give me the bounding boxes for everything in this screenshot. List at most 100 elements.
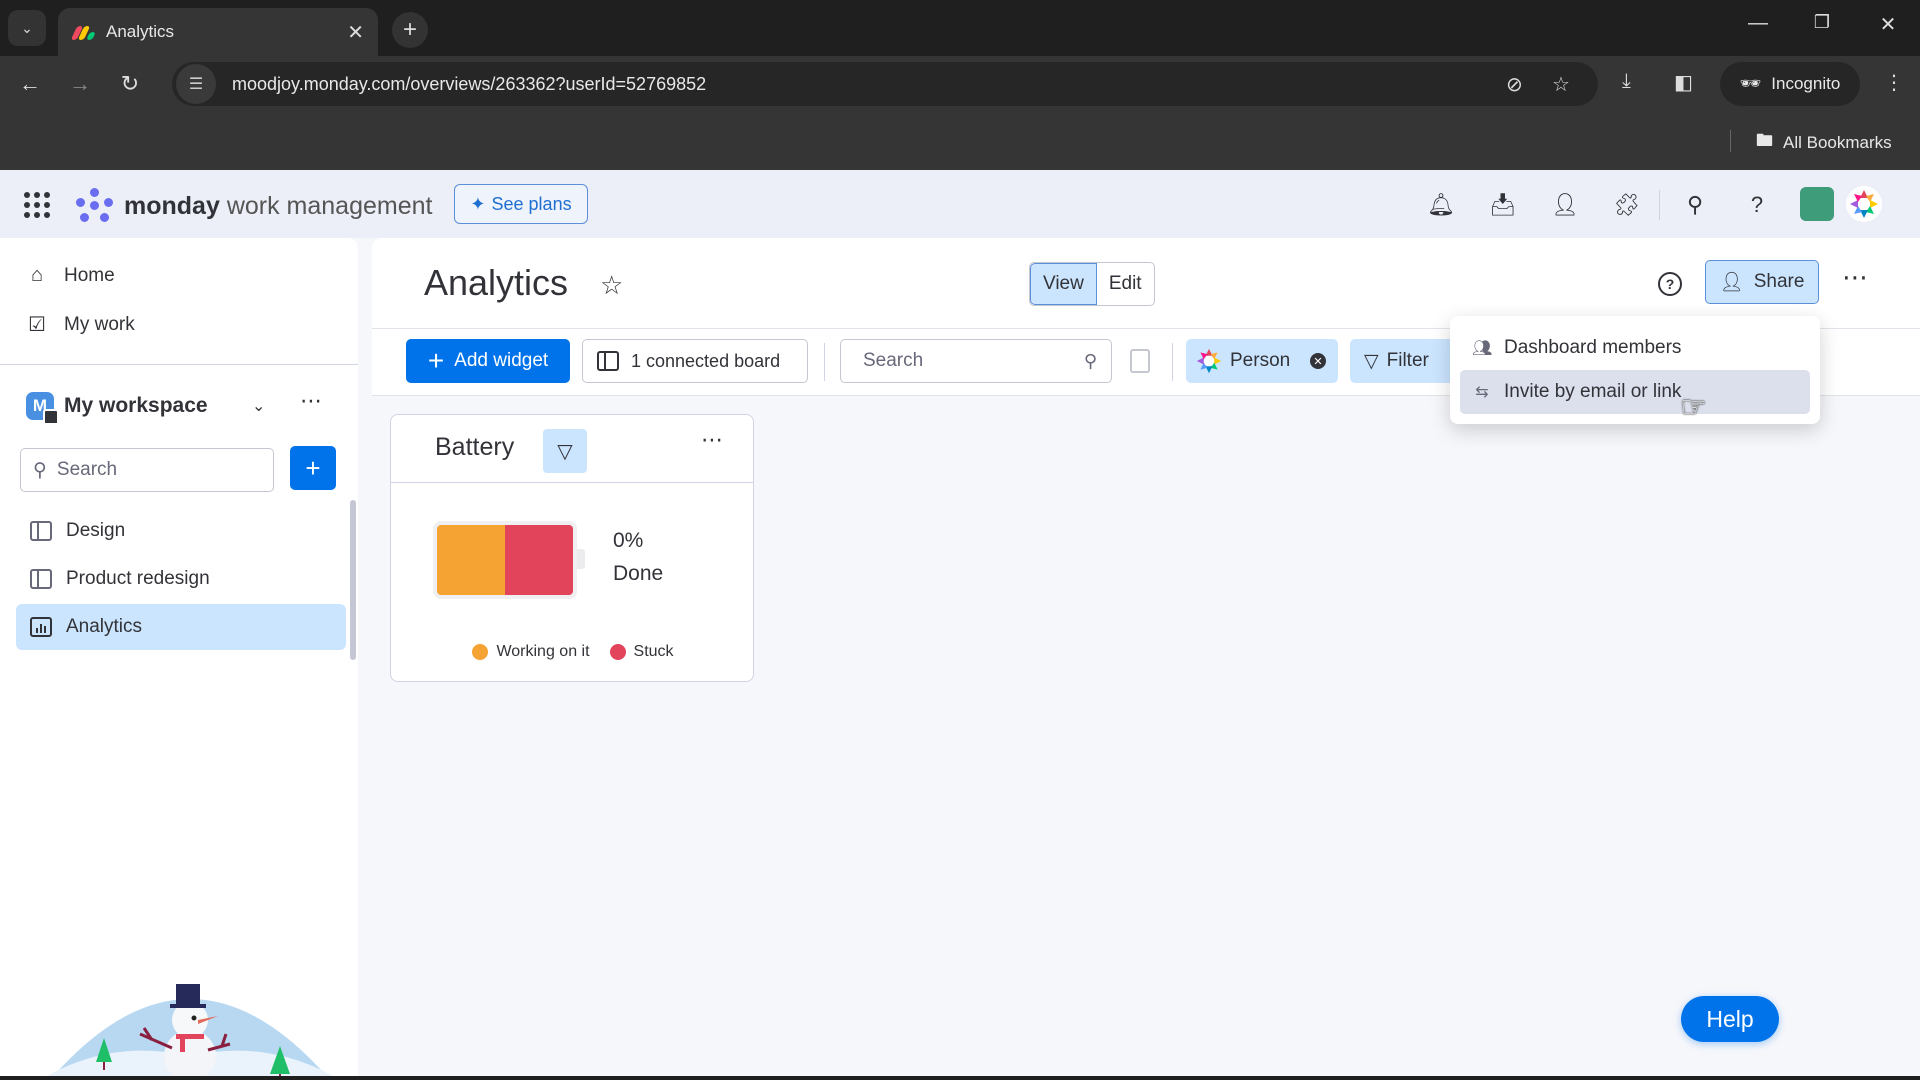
dashboard-help-icon[interactable]: ?	[1658, 272, 1682, 296]
user-avatar-flower-icon	[1850, 190, 1878, 218]
invite-members-icon[interactable]: 👤︎	[1550, 190, 1580, 220]
connected-boards-label: 1 connected board	[631, 350, 781, 371]
logo-product: work management	[226, 191, 433, 220]
address-bar[interactable]: ☰ moodjoy.monday.com/overviews/263362?us…	[172, 62, 1598, 106]
menu-item-label: Invite by email or link	[1504, 381, 1682, 402]
all-bookmarks-button[interactable]: 🖿 All Bookmarks	[1756, 128, 1892, 157]
search-icon: ⚲	[1083, 350, 1097, 371]
side-panel-icon[interactable]: ◧	[1674, 70, 1693, 95]
bookmark-star-icon[interactable]: ☆	[1552, 72, 1570, 97]
board-icon	[30, 521, 52, 541]
sidebar-item-analytics[interactable]: Analytics	[16, 604, 346, 650]
done-label: Done	[613, 562, 664, 585]
workspace-more-icon[interactable]: ⋯	[300, 388, 323, 414]
battery-segment-stuck[interactable]	[505, 525, 573, 595]
eye-off-icon[interactable]: ⊘	[1506, 72, 1523, 97]
board-label: Analytics	[66, 616, 143, 637]
connected-boards-button[interactable]: 1 connected board	[582, 339, 808, 383]
legend-dot-icon	[609, 644, 626, 660]
user-avatar[interactable]	[1846, 186, 1882, 222]
restore-icon[interactable]: ❐	[1802, 12, 1842, 33]
share-button[interactable]: 👤︎ Share	[1705, 260, 1819, 304]
apps-marketplace-icon[interactable]: 🧩︎	[1612, 190, 1642, 220]
add-item-button[interactable]: +	[290, 446, 336, 490]
sidebar-item-label: My work	[64, 313, 135, 335]
battery-segment-working-on-it[interactable]	[437, 525, 505, 595]
reload-icon[interactable]: ↻	[114, 68, 146, 100]
battery-tip	[577, 549, 585, 569]
help-icon[interactable]: ?	[1742, 190, 1772, 220]
sidebar-item-product-redesign[interactable]: Product redesign	[16, 556, 346, 602]
add-widget-button[interactable]: + Add widget	[406, 339, 570, 383]
legend-dot-icon	[472, 644, 489, 660]
logo-brand: monday	[124, 191, 220, 220]
invite-by-email-or-link-item[interactable]: ⇆ Invite by email or link	[1460, 370, 1810, 414]
tab-search-button[interactable]: ⌄	[8, 10, 46, 46]
legend-label: Stuck	[633, 643, 674, 660]
tab-close-icon[interactable]: ✕	[347, 20, 364, 45]
search-icon[interactable]: ⚲	[1680, 190, 1710, 220]
board-label: Product redesign	[66, 568, 210, 589]
app-switcher-icon[interactable]	[24, 192, 50, 218]
widget-more-icon[interactable]: ⋯	[701, 427, 723, 453]
toolbar-divider	[1172, 343, 1173, 381]
help-button[interactable]: Help	[1681, 996, 1779, 1042]
sidebar-search-placeholder: Search	[56, 459, 118, 480]
folder-icon: 🖿	[1756, 131, 1773, 150]
inbox-icon[interactable]: 📥︎	[1488, 190, 1518, 220]
filter-button[interactable]: ▽ Filter	[1350, 339, 1460, 383]
board-icon	[30, 569, 52, 589]
battery-widget: Battery ▽ ⋯ 0% Done Working on it Stuck	[390, 414, 754, 682]
monday-logo[interactable]: monday work management	[76, 188, 432, 224]
dashboard-search-placeholder: Search	[863, 350, 924, 371]
workspace-selector[interactable]: M My workspace	[26, 392, 208, 425]
new-tab-button[interactable]: +	[392, 12, 428, 48]
all-bookmarks-label: All Bookmarks	[1783, 132, 1892, 152]
winter-snowman-illustration	[40, 984, 340, 1080]
incognito-indicator[interactable]: 🕶 Incognito	[1720, 62, 1860, 106]
window-close-icon[interactable]: ✕	[1868, 12, 1908, 37]
app-header: monday work management ✦ See plans 🔔︎ 📥︎…	[0, 170, 1920, 238]
calendar-check-icon: ☑	[28, 314, 46, 336]
monday-logo-mark-icon	[76, 188, 114, 224]
clear-person-filter-icon[interactable]: ✕	[1310, 353, 1326, 369]
favorite-star-icon[interactable]: ☆	[600, 270, 623, 301]
chevron-down-icon[interactable]: ⌄	[252, 396, 265, 416]
link-icon: ⇆	[1475, 384, 1489, 401]
dashboard-icon	[30, 617, 52, 637]
browser-tab-analytics[interactable]: Analytics ✕	[58, 8, 378, 56]
sidebar-item-home[interactable]: ⌂ Home	[24, 264, 115, 287]
person-avatar-icon	[1196, 348, 1222, 374]
dashboard-search-input[interactable]: Search ⚲	[840, 339, 1112, 383]
forward-icon[interactable]: →	[64, 68, 96, 100]
sidebar-item-design[interactable]: Design	[16, 508, 346, 554]
edit-mode-button[interactable]: Edit	[1097, 263, 1154, 305]
team-avatar[interactable]	[1800, 187, 1834, 221]
legend-item: Stuck	[609, 643, 674, 661]
header-divider	[1659, 190, 1660, 220]
see-plans-label: See plans	[491, 193, 572, 214]
more-options-icon[interactable]: ⋯	[1842, 262, 1869, 293]
download-icon[interactable]: ⤓	[1622, 70, 1631, 93]
dashboard-members-item[interactable]: 👥︎ Dashboard members	[1460, 326, 1810, 370]
sidebar-scrollbar[interactable]	[350, 500, 356, 660]
browser-tabstrip: ⌄ Analytics ✕ + — ❐ ✕	[0, 0, 1920, 56]
widget-filter-icon[interactable]: ▽	[543, 429, 587, 473]
save-view-icon[interactable]	[1130, 349, 1150, 373]
add-widget-label: Add widget	[454, 350, 549, 371]
url-text[interactable]: moodjoy.monday.com/overviews/263362?user…	[232, 74, 706, 95]
back-icon[interactable]: ←	[14, 68, 46, 100]
browser-menu-icon[interactable]: ⋮	[1884, 70, 1904, 95]
search-icon: ⚲	[33, 459, 47, 481]
person-filter-chip[interactable]: Person ✕	[1186, 339, 1338, 383]
board-icon	[597, 351, 619, 371]
see-plans-button[interactable]: ✦ See plans	[454, 184, 588, 224]
view-mode-button[interactable]: View	[1030, 263, 1097, 305]
toolbar-divider	[824, 343, 825, 381]
site-settings-icon[interactable]: ☰	[176, 64, 216, 104]
minimize-icon[interactable]: —	[1738, 12, 1778, 35]
home-icon: ⌂	[30, 264, 44, 286]
notifications-bell-icon[interactable]: 🔔︎	[1426, 190, 1456, 220]
sidebar-search-input[interactable]: ⚲ Search	[20, 448, 274, 492]
sidebar-item-my-work[interactable]: ☑ My work	[24, 312, 135, 337]
